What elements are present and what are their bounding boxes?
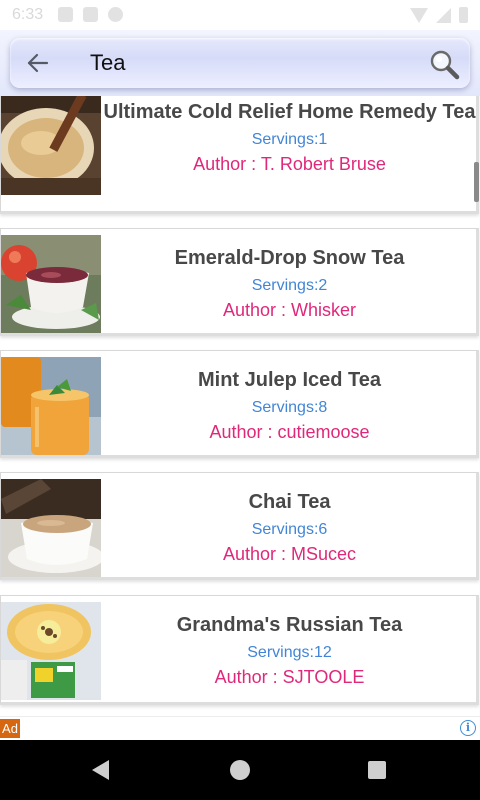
recipe-thumbnail-image	[1, 96, 101, 195]
recipe-author: Author : Whisker	[222, 300, 357, 320]
notification-icon	[58, 7, 73, 22]
recipe-title: Mint Julep Iced Tea	[198, 369, 381, 391]
recipe-card[interactable]: Chai Tea Servings:6 Author : MSucec	[0, 472, 479, 580]
nav-recents-icon[interactable]	[368, 761, 386, 779]
recipe-servings: Servings:1	[251, 131, 328, 148]
nav-back-icon[interactable]	[92, 760, 109, 780]
recipe-thumbnail-image	[1, 479, 101, 577]
recipe-list: Ultimate Cold Relief Home Remedy Tea Ser…	[0, 96, 480, 716]
status-bar: 6:33	[0, 0, 480, 32]
recipe-author: Author : T. Robert Bruse	[193, 154, 386, 174]
recipe-title: Grandma's Russian Tea	[176, 614, 403, 636]
search-icon[interactable]	[428, 48, 460, 80]
notification-icon	[108, 7, 123, 22]
back-arrow-icon[interactable]	[24, 49, 52, 77]
recipe-card[interactable]: Mint Julep Iced Tea Servings:8 Author : …	[0, 350, 479, 458]
status-time: 6:33	[12, 6, 44, 23]
recipe-title: Chai Tea	[248, 491, 331, 513]
recipe-card[interactable]: Ultimate Cold Relief Home Remedy Tea Ser…	[0, 96, 479, 214]
recipe-thumbnail-image	[1, 235, 101, 333]
recipe-thumbnail-image	[1, 602, 101, 700]
ad-info-icon[interactable]: i	[460, 720, 476, 736]
recipe-author: Author : cutiemoose	[209, 422, 370, 442]
wifi-icon	[410, 7, 428, 23]
search-bar: Tea	[10, 38, 470, 88]
recipe-card[interactable]: Emerald-Drop Snow Tea Servings:2 Author …	[0, 228, 479, 336]
recipe-servings: Servings:12	[247, 644, 332, 661]
recipe-card[interactable]: Grandma's Russian Tea Servings:12 Author…	[0, 595, 479, 705]
ad-label: Ad	[0, 719, 20, 738]
search-input[interactable]: Tea	[90, 50, 125, 76]
battery-icon	[459, 7, 468, 23]
navigation-bar	[0, 740, 480, 800]
recipe-servings: Servings:8	[251, 399, 328, 416]
recipe-title: Emerald-Drop Snow Tea	[174, 247, 405, 269]
app-header: Tea	[0, 30, 480, 96]
recipe-author: Author : SJTOOLE	[214, 667, 365, 687]
recipe-author: Author : MSucec	[222, 544, 357, 564]
recipe-title: Ultimate Cold Relief Home Remedy Tea	[103, 101, 476, 123]
scrollbar[interactable]	[474, 162, 479, 202]
recipe-servings: Servings:2	[251, 277, 328, 294]
signal-icon	[436, 7, 451, 23]
recipe-servings: Servings:6	[251, 521, 328, 538]
ad-banner[interactable]: Ad i	[0, 716, 480, 740]
recipe-thumbnail-image	[1, 357, 101, 455]
nav-home-icon[interactable]	[230, 760, 250, 780]
notification-icons	[58, 7, 123, 22]
notification-icon	[83, 7, 98, 22]
